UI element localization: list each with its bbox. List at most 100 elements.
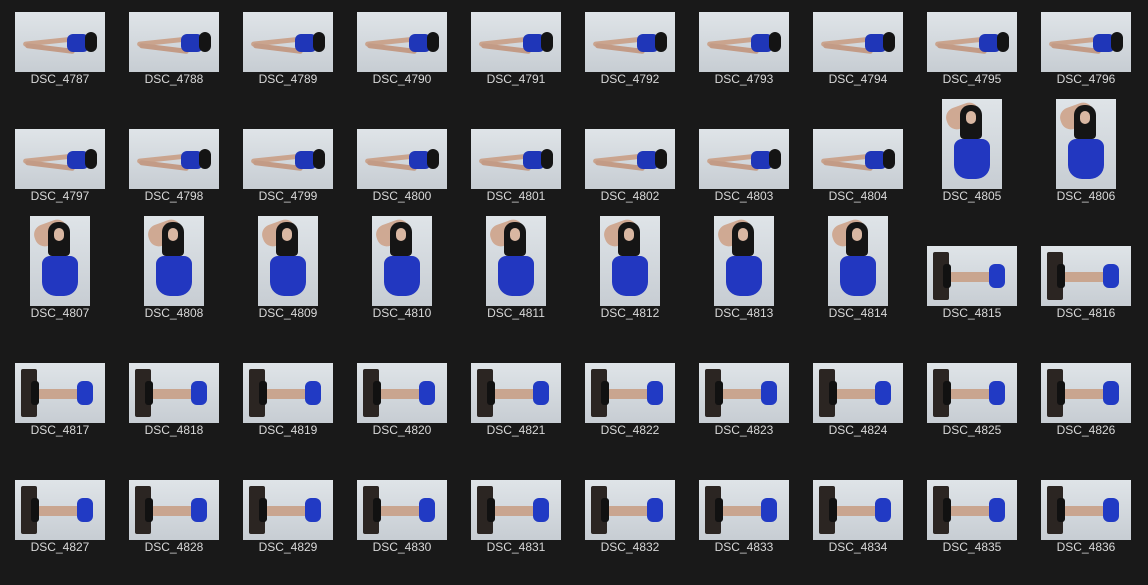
- thumbnail-frame: [231, 0, 345, 72]
- file-tile[interactable]: DSC_4805: [915, 99, 1029, 234]
- photo-shape: [1068, 139, 1104, 179]
- file-name-label: DSC_4819: [258, 423, 318, 437]
- file-name-label: DSC_4823: [714, 423, 774, 437]
- thumbnail-frame: [687, 468, 801, 540]
- file-tile[interactable]: DSC_4793: [687, 0, 801, 117]
- photo-shape: [85, 149, 97, 169]
- file-name-label: DSC_4829: [258, 540, 318, 554]
- photo-shape: [282, 228, 292, 241]
- file-name-label: DSC_4821: [486, 423, 546, 437]
- photo-shape: [427, 149, 439, 169]
- file-tile[interactable]: DSC_4790: [345, 0, 459, 117]
- file-tile[interactable]: DSC_4788: [117, 0, 231, 117]
- file-name-label: DSC_4788: [144, 72, 204, 86]
- photo-shape: [605, 506, 653, 516]
- photo-shape: [1061, 506, 1109, 516]
- file-tile[interactable]: DSC_4816: [1029, 234, 1143, 351]
- photo-shape: [35, 389, 83, 399]
- image-thumbnail: [372, 216, 432, 306]
- file-tile[interactable]: DSC_4819: [231, 351, 345, 468]
- image-thumbnail: [15, 129, 105, 189]
- thumbnail-frame: [1029, 99, 1143, 189]
- file-tile[interactable]: DSC_4823: [687, 351, 801, 468]
- file-tile[interactable]: DSC_4834: [801, 468, 915, 585]
- image-thumbnail: [1041, 246, 1131, 306]
- file-tile[interactable]: DSC_4815: [915, 234, 1029, 351]
- file-tile[interactable]: DSC_4830: [345, 468, 459, 585]
- photo-shape: [263, 506, 311, 516]
- photo-shape: [612, 256, 648, 296]
- file-name-label: DSC_4822: [600, 423, 660, 437]
- file-tile[interactable]: DSC_4822: [573, 351, 687, 468]
- photo-shape: [156, 256, 192, 296]
- file-name-label: DSC_4827: [30, 540, 90, 554]
- photo-shape: [989, 381, 1005, 405]
- thumbnail-frame: [1029, 234, 1143, 306]
- file-tile[interactable]: DSC_4835: [915, 468, 1029, 585]
- file-tile[interactable]: DSC_4806: [1029, 99, 1143, 234]
- file-tile[interactable]: DSC_4836: [1029, 468, 1143, 585]
- file-name-label: DSC_4796: [1056, 72, 1116, 86]
- photo-shape: [715, 498, 723, 522]
- file-name-label: DSC_4836: [1056, 540, 1116, 554]
- file-tile[interactable]: DSC_4813: [687, 216, 801, 351]
- thumbnail-frame: [231, 216, 345, 306]
- file-name-label: DSC_4825: [942, 423, 1002, 437]
- image-thumbnail: [15, 12, 105, 72]
- file-name-label: DSC_4808: [144, 306, 204, 320]
- file-tile[interactable]: DSC_4827: [3, 468, 117, 585]
- file-tile[interactable]: DSC_4829: [231, 468, 345, 585]
- photo-shape: [883, 149, 895, 169]
- thumbnail-frame: [573, 351, 687, 423]
- image-thumbnail: [471, 12, 561, 72]
- file-tile[interactable]: DSC_4817: [3, 351, 117, 468]
- file-tile[interactable]: DSC_4820: [345, 351, 459, 468]
- file-name-label: DSC_4799: [258, 189, 318, 203]
- thumbnail-frame: [345, 0, 459, 72]
- photo-shape: [947, 506, 995, 516]
- file-tile[interactable]: DSC_4810: [345, 216, 459, 351]
- file-name-label: DSC_4832: [600, 540, 660, 554]
- thumbnail-frame: [1029, 468, 1143, 540]
- file-tile[interactable]: DSC_4833: [687, 468, 801, 585]
- file-tile[interactable]: DSC_4789: [231, 0, 345, 117]
- photo-shape: [947, 389, 995, 399]
- image-thumbnail: [585, 12, 675, 72]
- thumbnail-frame: [915, 99, 1029, 189]
- file-tile[interactable]: DSC_4831: [459, 468, 573, 585]
- image-thumbnail: [258, 216, 318, 306]
- file-tile[interactable]: DSC_4808: [117, 216, 231, 351]
- photo-shape: [487, 381, 495, 405]
- file-tile[interactable]: DSC_4825: [915, 351, 1029, 468]
- image-thumbnail: [243, 129, 333, 189]
- thumbnail-frame: [3, 216, 117, 306]
- photo-shape: [1103, 498, 1119, 522]
- photo-shape: [199, 32, 211, 52]
- file-name-label: DSC_4787: [30, 72, 90, 86]
- thumbnail-frame: [3, 117, 117, 189]
- image-thumbnail: [585, 129, 675, 189]
- file-tile[interactable]: DSC_4809: [231, 216, 345, 351]
- file-tile[interactable]: DSC_4787: [3, 0, 117, 117]
- file-name-label: DSC_4830: [372, 540, 432, 554]
- file-tile[interactable]: DSC_4791: [459, 0, 573, 117]
- image-thumbnail: [813, 363, 903, 423]
- image-thumbnail: [243, 480, 333, 540]
- file-tile[interactable]: DSC_4811: [459, 216, 573, 351]
- file-tile[interactable]: DSC_4812: [573, 216, 687, 351]
- file-tile[interactable]: DSC_4826: [1029, 351, 1143, 468]
- thumbnail-frame: [915, 351, 1029, 423]
- file-tile[interactable]: DSC_4794: [801, 0, 915, 117]
- file-tile[interactable]: DSC_4818: [117, 351, 231, 468]
- photo-shape: [1103, 264, 1119, 288]
- file-tile[interactable]: DSC_4824: [801, 351, 915, 468]
- file-name-label: DSC_4791: [486, 72, 546, 86]
- file-tile[interactable]: DSC_4832: [573, 468, 687, 585]
- file-name-label: DSC_4806: [1056, 189, 1116, 203]
- file-tile[interactable]: DSC_4814: [801, 216, 915, 351]
- file-tile[interactable]: DSC_4821: [459, 351, 573, 468]
- file-tile[interactable]: DSC_4807: [3, 216, 117, 351]
- photo-shape: [541, 149, 553, 169]
- file-tile[interactable]: DSC_4828: [117, 468, 231, 585]
- file-tile[interactable]: DSC_4792: [573, 0, 687, 117]
